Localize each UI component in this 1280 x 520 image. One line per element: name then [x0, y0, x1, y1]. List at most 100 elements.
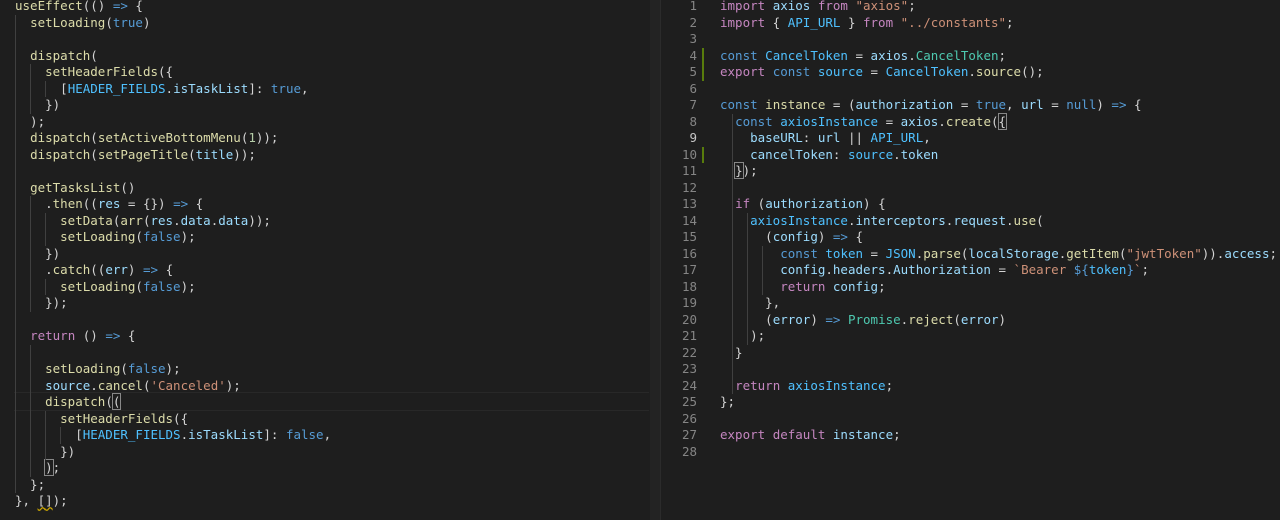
code-line[interactable]: 12 — [661, 180, 1280, 197]
code-line[interactable]: 19 }, — [661, 295, 1280, 312]
code-text: cancelToken: source.token — [720, 147, 938, 164]
code-line[interactable]: 21 ); — [661, 328, 1280, 345]
code-line[interactable]: 17 config.headers.Authorization = `Beare… — [661, 262, 1280, 279]
code-text: }) — [15, 97, 60, 114]
code-line[interactable]: 10 cancelToken: source.token — [661, 146, 1280, 164]
code-line[interactable]: dispatch(( — [0, 393, 650, 411]
code-line[interactable]: .then((res = {}) => { — [0, 196, 650, 213]
code-line[interactable] — [0, 31, 650, 48]
code-line[interactable]: setLoading(false); — [0, 279, 650, 296]
code-line[interactable]: }; — [0, 477, 650, 494]
code-line[interactable]: 2 import { API_URL } from "../constants"; — [661, 15, 1280, 32]
code-text: axiosInstance.interceptors.request.use( — [720, 213, 1044, 230]
code-line[interactable]: setHeaderFields({ — [0, 411, 650, 428]
code-token: false — [285, 427, 324, 442]
code-line[interactable]: source.cancel('Canceled'); — [0, 378, 650, 395]
code-line[interactable]: 24 return axiosInstance; — [661, 378, 1280, 395]
code-line[interactable]: setData(arr(res.data.data)); — [0, 213, 650, 230]
code-token: import — [720, 14, 766, 30]
code-line[interactable]: setHeaderFields({ — [0, 64, 650, 81]
code-line[interactable]: [HEADER_FIELDS.isTaskList]: true, — [0, 81, 650, 98]
code-line[interactable]: }) — [0, 444, 650, 461]
indent-guide — [45, 212, 47, 246]
code-line[interactable]: 6 — [661, 81, 1280, 98]
code-token: catch — [52, 262, 91, 277]
code-token: ) — [810, 311, 826, 327]
code-token: = {}) — [120, 196, 174, 211]
code-line[interactable]: [HEADER_FIELDS.isTaskList]: false, — [0, 427, 650, 444]
code-line[interactable]: 28 — [661, 444, 1280, 461]
line-number: 20 — [681, 311, 697, 327]
code-token: setLoading — [60, 229, 136, 244]
code-token: interceptors — [855, 212, 946, 228]
code-token: false — [127, 361, 166, 376]
left-editor-pane[interactable]: useEffect(() => { setLoading(true) dispa… — [0, 0, 650, 520]
code-line[interactable] — [0, 163, 650, 180]
code-token: = — [878, 113, 901, 129]
code-line[interactable]: 5 export const source = CancelToken.sourc… — [661, 64, 1280, 81]
code-token: 'Canceled' — [150, 377, 226, 393]
code-token: ${ — [1073, 262, 1089, 277]
code-token: false — [142, 229, 181, 244]
code-line[interactable]: }) — [0, 246, 650, 263]
code-token: export — [720, 427, 766, 442]
left-editor-scrollbar[interactable] — [650, 0, 660, 520]
code-token: { — [158, 262, 174, 277]
code-text: baseURL: url || API_URL, — [720, 130, 931, 147]
code-token: axios — [870, 47, 909, 63]
code-line[interactable]: ); — [0, 114, 650, 131]
code-line[interactable]: 26 — [661, 411, 1280, 428]
code-line[interactable]: 9 baseURL: url || API_URL, — [661, 130, 1280, 147]
code-line[interactable]: 18 return config; — [661, 279, 1280, 296]
code-token: = — [990, 262, 1014, 277]
code-line[interactable]: getTasksList() — [0, 180, 650, 197]
code-line[interactable]: dispatch( — [0, 48, 650, 65]
line-number: 10 — [681, 146, 697, 162]
code-line[interactable]: 3 — [661, 31, 1280, 48]
code-line[interactable]: 23 — [661, 361, 1280, 378]
code-text: .then((res = {}) => { — [15, 196, 203, 213]
code-line[interactable]: }) — [0, 97, 650, 114]
code-token: ); — [225, 377, 241, 393]
code-line[interactable]: 25}; — [661, 394, 1280, 411]
code-line[interactable] — [0, 312, 650, 329]
code-line[interactable]: 16 const token = JSON.parse(localStorage… — [661, 246, 1280, 263]
code-line[interactable]: 15 (config) => { — [661, 229, 1280, 246]
code-token: , — [923, 130, 931, 145]
code-line[interactable]: 1 import axios from "axios"; — [661, 0, 1280, 15]
code-line[interactable]: ); — [0, 459, 650, 477]
code-line[interactable]: 8 const axiosInstance = axios.create({ — [661, 112, 1280, 131]
code-token: authorization — [765, 196, 864, 211]
code-text: [HEADER_FIELDS.isTaskList]: false, — [15, 427, 331, 444]
code-line[interactable]: setLoading(true) — [0, 15, 650, 32]
code-line[interactable]: 4 const CancelToken = axios.CancelToken; — [661, 47, 1280, 64]
code-line[interactable]: dispatch(setActiveBottomMenu(1)); — [0, 130, 650, 147]
line-number: 27 — [681, 427, 697, 442]
code-line[interactable]: 22 } — [661, 345, 1280, 362]
code-token: , — [323, 427, 332, 442]
code-line[interactable]: 20 (error) => Promise.reject(error) — [661, 312, 1280, 329]
code-line[interactable]: return () => { — [0, 328, 650, 345]
code-line[interactable]: 13 if (authorization) { — [661, 196, 1280, 213]
code-line[interactable]: 14 axiosInstance.interceptors.request.us… — [661, 213, 1280, 230]
code-token: )); — [233, 146, 256, 162]
code-line[interactable]: dispatch(setPageTitle(title)); — [0, 147, 650, 164]
code-line[interactable]: 27 export default instance; — [661, 427, 1280, 444]
code-line[interactable] — [0, 345, 650, 362]
code-token: ( — [1036, 212, 1044, 228]
code-line[interactable]: setLoading(false); — [0, 229, 650, 246]
code-line[interactable]: setLoading(false); — [0, 361, 650, 378]
code-line[interactable]: .catch((err) => { — [0, 262, 650, 279]
right-editor-pane[interactable]: 1 import axios from "axios"; 2 import { API… — [661, 0, 1280, 520]
code-line[interactable]: 7 const instance = (authorization = true,… — [661, 97, 1280, 114]
code-line[interactable]: }); — [0, 295, 650, 312]
code-line[interactable]: useEffect(() => { — [0, 0, 650, 15]
code-line[interactable]: }, []); — [0, 493, 650, 510]
code-line[interactable]: 11 }); — [661, 162, 1280, 180]
code-token: ( — [90, 47, 98, 63]
code-token: null — [1066, 97, 1097, 112]
code-token: config — [772, 229, 818, 244]
